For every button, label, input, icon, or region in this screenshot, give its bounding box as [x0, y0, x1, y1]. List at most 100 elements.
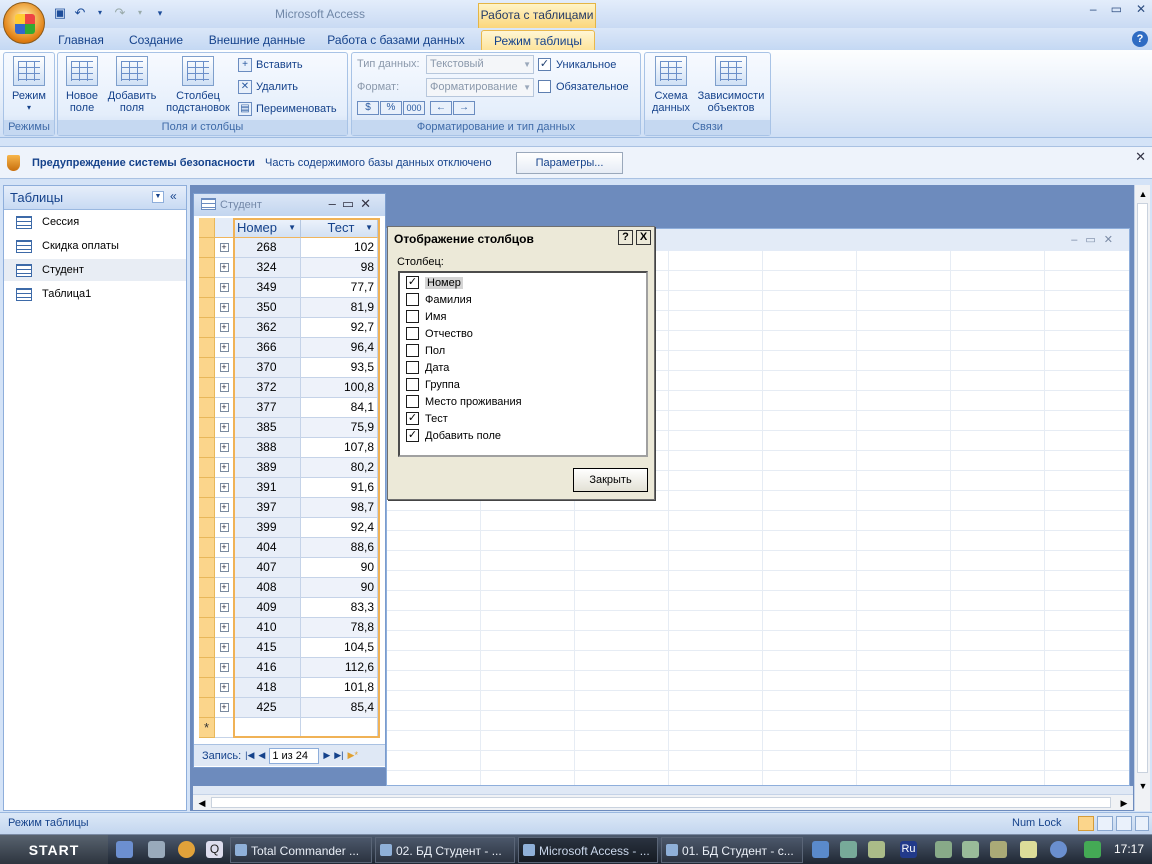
taskbar-item[interactable]: 02. БД Студент - ...	[375, 837, 515, 863]
number-cell[interactable]: 372	[233, 378, 301, 398]
new-number-cell[interactable]	[233, 718, 301, 738]
nav-item-table1[interactable]: Таблица1	[4, 283, 186, 305]
scroll-left-icon[interactable]: ◀	[195, 796, 209, 810]
number-cell[interactable]: 324	[233, 258, 301, 278]
expand-plus-icon[interactable]: +	[219, 483, 229, 492]
record-position-field[interactable]: 1 из 24	[269, 747, 320, 764]
tab-database-tools[interactable]: Работа с базами данных	[322, 30, 470, 50]
table-row[interactable]: +391 91,6	[199, 478, 380, 498]
number-cell[interactable]: 366	[233, 338, 301, 358]
column-option[interactable]: Пол	[406, 343, 445, 358]
security-options-button[interactable]: Параметры...	[516, 152, 623, 174]
close-icon[interactable]: ✕	[1136, 2, 1146, 16]
column-option-checkbox[interactable]	[406, 361, 419, 374]
tray-icon[interactable]	[962, 841, 979, 858]
number-cell[interactable]: 409	[233, 598, 301, 618]
tray-icon[interactable]	[812, 841, 829, 858]
table-row[interactable]: +425 85,4	[199, 698, 380, 718]
column-header-test[interactable]: Тест ▼	[301, 218, 378, 238]
table-row[interactable]: +409 83,3	[199, 598, 380, 618]
record-selector[interactable]	[199, 578, 215, 598]
column-option-checkbox[interactable]	[406, 395, 419, 408]
tray-icon[interactable]	[840, 841, 857, 858]
table-row[interactable]: +397 98,7	[199, 498, 380, 518]
test-cell[interactable]: 90	[301, 558, 378, 578]
format-select[interactable]: Форматирование ▼	[426, 78, 534, 97]
design-view-icon[interactable]	[1135, 816, 1149, 831]
number-cell[interactable]: 391	[233, 478, 301, 498]
select-all-corner[interactable]	[199, 218, 215, 238]
table-row[interactable]: +388 107,8	[199, 438, 380, 458]
minimize-icon[interactable]: ‒	[1090, 2, 1097, 16]
table-row[interactable]: +362 92,7	[199, 318, 380, 338]
new-record-icon[interactable]: ▶*	[348, 750, 358, 761]
taskbar-item[interactable]: 01. БД Студент - с...	[661, 837, 803, 863]
test-cell[interactable]: 104,5	[301, 638, 378, 658]
test-cell[interactable]: 88,6	[301, 538, 378, 558]
record-selector[interactable]	[199, 618, 215, 638]
test-cell[interactable]: 98,7	[301, 498, 378, 518]
table-row[interactable]: +324 98	[199, 258, 380, 278]
test-cell[interactable]: 84,1	[301, 398, 378, 418]
scroll-down-icon[interactable]: ▼	[1136, 779, 1150, 793]
column-option-checkbox[interactable]: ✓	[406, 429, 419, 442]
expand-plus-icon[interactable]: +	[219, 503, 229, 512]
language-indicator[interactable]: Ru	[900, 841, 917, 858]
start-button[interactable]: START	[0, 835, 108, 864]
tray-icon[interactable]	[1084, 841, 1101, 858]
quicklaunch-icon[interactable]	[148, 841, 165, 858]
number-cell[interactable]: 418	[233, 678, 301, 698]
test-cell[interactable]: 81,9	[301, 298, 378, 318]
test-cell[interactable]: 101,8	[301, 678, 378, 698]
test-cell[interactable]: 102	[301, 238, 378, 258]
table-row[interactable]: +408 90	[199, 578, 380, 598]
percent-format-button[interactable]: %	[380, 101, 402, 115]
close-button[interactable]: Закрыть	[573, 468, 648, 492]
number-cell[interactable]: 385	[233, 418, 301, 438]
test-cell[interactable]: 112,6	[301, 658, 378, 678]
number-cell[interactable]: 404	[233, 538, 301, 558]
column-option[interactable]: ✓ Добавить поле	[406, 428, 501, 443]
data-type-select[interactable]: Текстовый ▼	[426, 55, 534, 74]
expand-plus-icon[interactable]: +	[219, 683, 229, 692]
collapse-pane-icon[interactable]: «	[170, 189, 177, 203]
table-row[interactable]: +349 77,7	[199, 278, 380, 298]
scroll-up-icon[interactable]: ▲	[1136, 187, 1150, 201]
number-cell[interactable]: 407	[233, 558, 301, 578]
vertical-scrollbar[interactable]: ▲ ▼	[1134, 185, 1150, 811]
table-row[interactable]: +385 75,9	[199, 418, 380, 438]
add-fields-button[interactable]: Добавить поля	[104, 56, 160, 114]
quicklaunch-icon[interactable]	[116, 841, 133, 858]
navigation-pane-header[interactable]: Таблицы ▼ «	[4, 186, 186, 210]
close-icon[interactable]: X	[636, 230, 651, 245]
new-record-row[interactable]: *	[199, 718, 380, 738]
number-cell[interactable]: 370	[233, 358, 301, 378]
expand-plus-icon[interactable]: +	[219, 363, 229, 372]
record-selector[interactable]	[199, 498, 215, 518]
increase-decimals-icon[interactable]: ←	[430, 101, 452, 115]
test-cell[interactable]: 100,8	[301, 378, 378, 398]
insert-button[interactable]: + Вставить	[238, 56, 303, 74]
currency-format-icon[interactable]: $	[357, 101, 379, 115]
column-option[interactable]: ✓ Номер	[406, 275, 463, 290]
expand-plus-icon[interactable]: +	[219, 263, 229, 272]
number-cell[interactable]: 397	[233, 498, 301, 518]
table-row[interactable]: +418 101,8	[199, 678, 380, 698]
record-selector[interactable]	[199, 678, 215, 698]
office-button[interactable]	[3, 2, 45, 44]
record-selector[interactable]	[199, 458, 215, 478]
chevron-down-icon[interactable]: ▼	[365, 218, 373, 237]
column-header-number[interactable]: Номер ▼	[233, 218, 301, 238]
expand-plus-icon[interactable]: +	[219, 303, 229, 312]
prev-record-icon[interactable]: ◀	[258, 750, 265, 761]
expand-plus-icon[interactable]: +	[219, 583, 229, 592]
scroll-right-icon[interactable]: ▶	[1117, 796, 1131, 810]
student-window-header[interactable]: Студент ‒▭✕	[194, 194, 385, 216]
table-row[interactable]: +366 96,4	[199, 338, 380, 358]
test-cell[interactable]: 78,8	[301, 618, 378, 638]
tray-icon[interactable]	[990, 841, 1007, 858]
record-selector[interactable]	[199, 378, 215, 398]
number-cell[interactable]: 349	[233, 278, 301, 298]
expand-plus-icon[interactable]: +	[219, 603, 229, 612]
lookup-column-button[interactable]: Столбец подстановок	[162, 56, 234, 114]
